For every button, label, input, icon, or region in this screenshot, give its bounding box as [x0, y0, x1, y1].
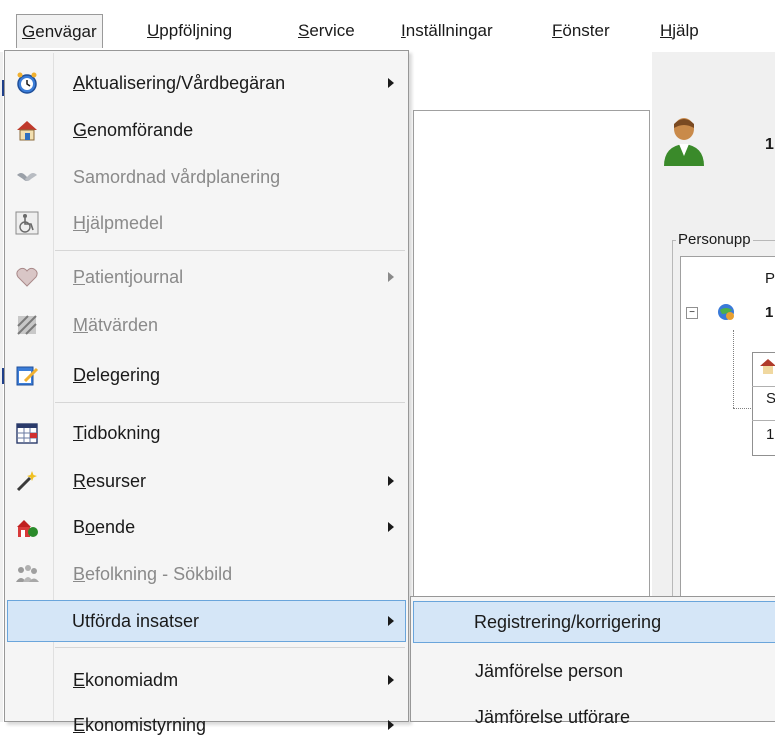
magic-wand-icon: [16, 471, 37, 492]
submenu-item-jamforelse-person[interactable]: Jämförelse person: [413, 649, 775, 693]
person-id-text: 1: [765, 136, 774, 153]
menu-item-aktualisering[interactable]: Aktualisering/Vårdbegäran: [7, 61, 406, 105]
menu-item-patientjournal[interactable]: Patientjournal: [7, 255, 406, 299]
submenu-item-registrering-korrigering[interactable]: Registrering/korrigering: [413, 601, 775, 643]
menu-item-resurser[interactable]: Resurser: [7, 459, 406, 503]
measurements-icon: [17, 315, 37, 335]
grid-line: [752, 420, 775, 421]
tree-line: [733, 408, 753, 409]
calendar-icon: [16, 423, 38, 444]
menu-genvagar[interactable]: Genvägar: [16, 14, 103, 48]
menu-item-genomforande[interactable]: Genomförande: [7, 108, 406, 152]
submenu-item-jamforelse-utforare[interactable]: Jämförelse utförare: [413, 695, 775, 739]
tree-collapse-toggle[interactable]: −: [686, 307, 698, 319]
menu-item-hjalpmedel[interactable]: Hjälpmedel: [7, 201, 406, 245]
tree-line: [733, 330, 734, 408]
menu-hjalp[interactable]: Hjälp: [654, 14, 705, 48]
submenu-arrow-icon: [388, 272, 394, 282]
wheelchair-icon: [15, 211, 39, 235]
residence-icon: [17, 520, 38, 537]
menu-item-boende[interactable]: Boende: [7, 505, 406, 549]
alarm-clock-icon: [17, 72, 37, 94]
genvagar-dropdown: Aktualisering/Vårdbegäran Genomförande S…: [4, 50, 409, 735]
menu-item-ekonomistyrning[interactable]: Ekonomistyrning: [7, 703, 406, 747]
menu-service[interactable]: Service: [292, 14, 361, 48]
menu-separator: [55, 402, 405, 403]
submenu-arrow-icon: [388, 78, 394, 88]
menu-item-ekonomiadm[interactable]: Ekonomiadm: [7, 658, 406, 702]
inner-cell-text: 1: [766, 426, 775, 443]
globe-person-icon: [718, 304, 734, 320]
menu-item-befolkning-sokbild[interactable]: Befolkning - Sökbild: [7, 552, 406, 596]
house-icon: [17, 121, 37, 141]
menu-item-tidbokning[interactable]: Tidbokning: [7, 411, 406, 455]
menu-installningar[interactable]: Inställningar: [395, 14, 499, 48]
person-avatar-icon: [664, 118, 704, 166]
menu-uppfoljning[interactable]: Uppföljning: [141, 14, 238, 48]
delegation-icon: [16, 366, 39, 386]
menu-fonster[interactable]: Fönster: [546, 14, 616, 48]
menu-item-utforda-insatser[interactable]: Utförda insatser: [7, 600, 406, 642]
handshake-icon: [17, 173, 37, 181]
menu-bar: Genvägar Uppföljning Service Inställning…: [0, 0, 775, 52]
menu-separator: [55, 647, 405, 648]
tree-row-text: 1: [765, 304, 774, 321]
house-icon: [760, 359, 775, 374]
submenu-arrow-icon: [388, 675, 394, 685]
menu-item-delegering[interactable]: Delegering: [7, 353, 406, 397]
grid-column-header: P: [765, 270, 775, 287]
population-icon: [16, 565, 39, 582]
group-box-label: Personupp: [676, 231, 753, 248]
menu-item-matvarden[interactable]: Mätvärden: [7, 303, 406, 347]
inner-cell-text: S: [766, 390, 775, 407]
heart-icon: [16, 267, 38, 287]
utforda-insatser-submenu: Registrering/korrigering Jämförelse pers…: [410, 596, 775, 727]
menu-item-samordnad-vardplanering[interactable]: Samordnad vårdplanering: [7, 155, 406, 199]
submenu-arrow-icon: [388, 522, 394, 532]
grid-line: [752, 386, 775, 387]
app-left-edge: [0, 52, 3, 722]
menu-separator: [55, 250, 405, 251]
submenu-arrow-icon: [388, 616, 394, 626]
submenu-arrow-icon: [388, 476, 394, 486]
